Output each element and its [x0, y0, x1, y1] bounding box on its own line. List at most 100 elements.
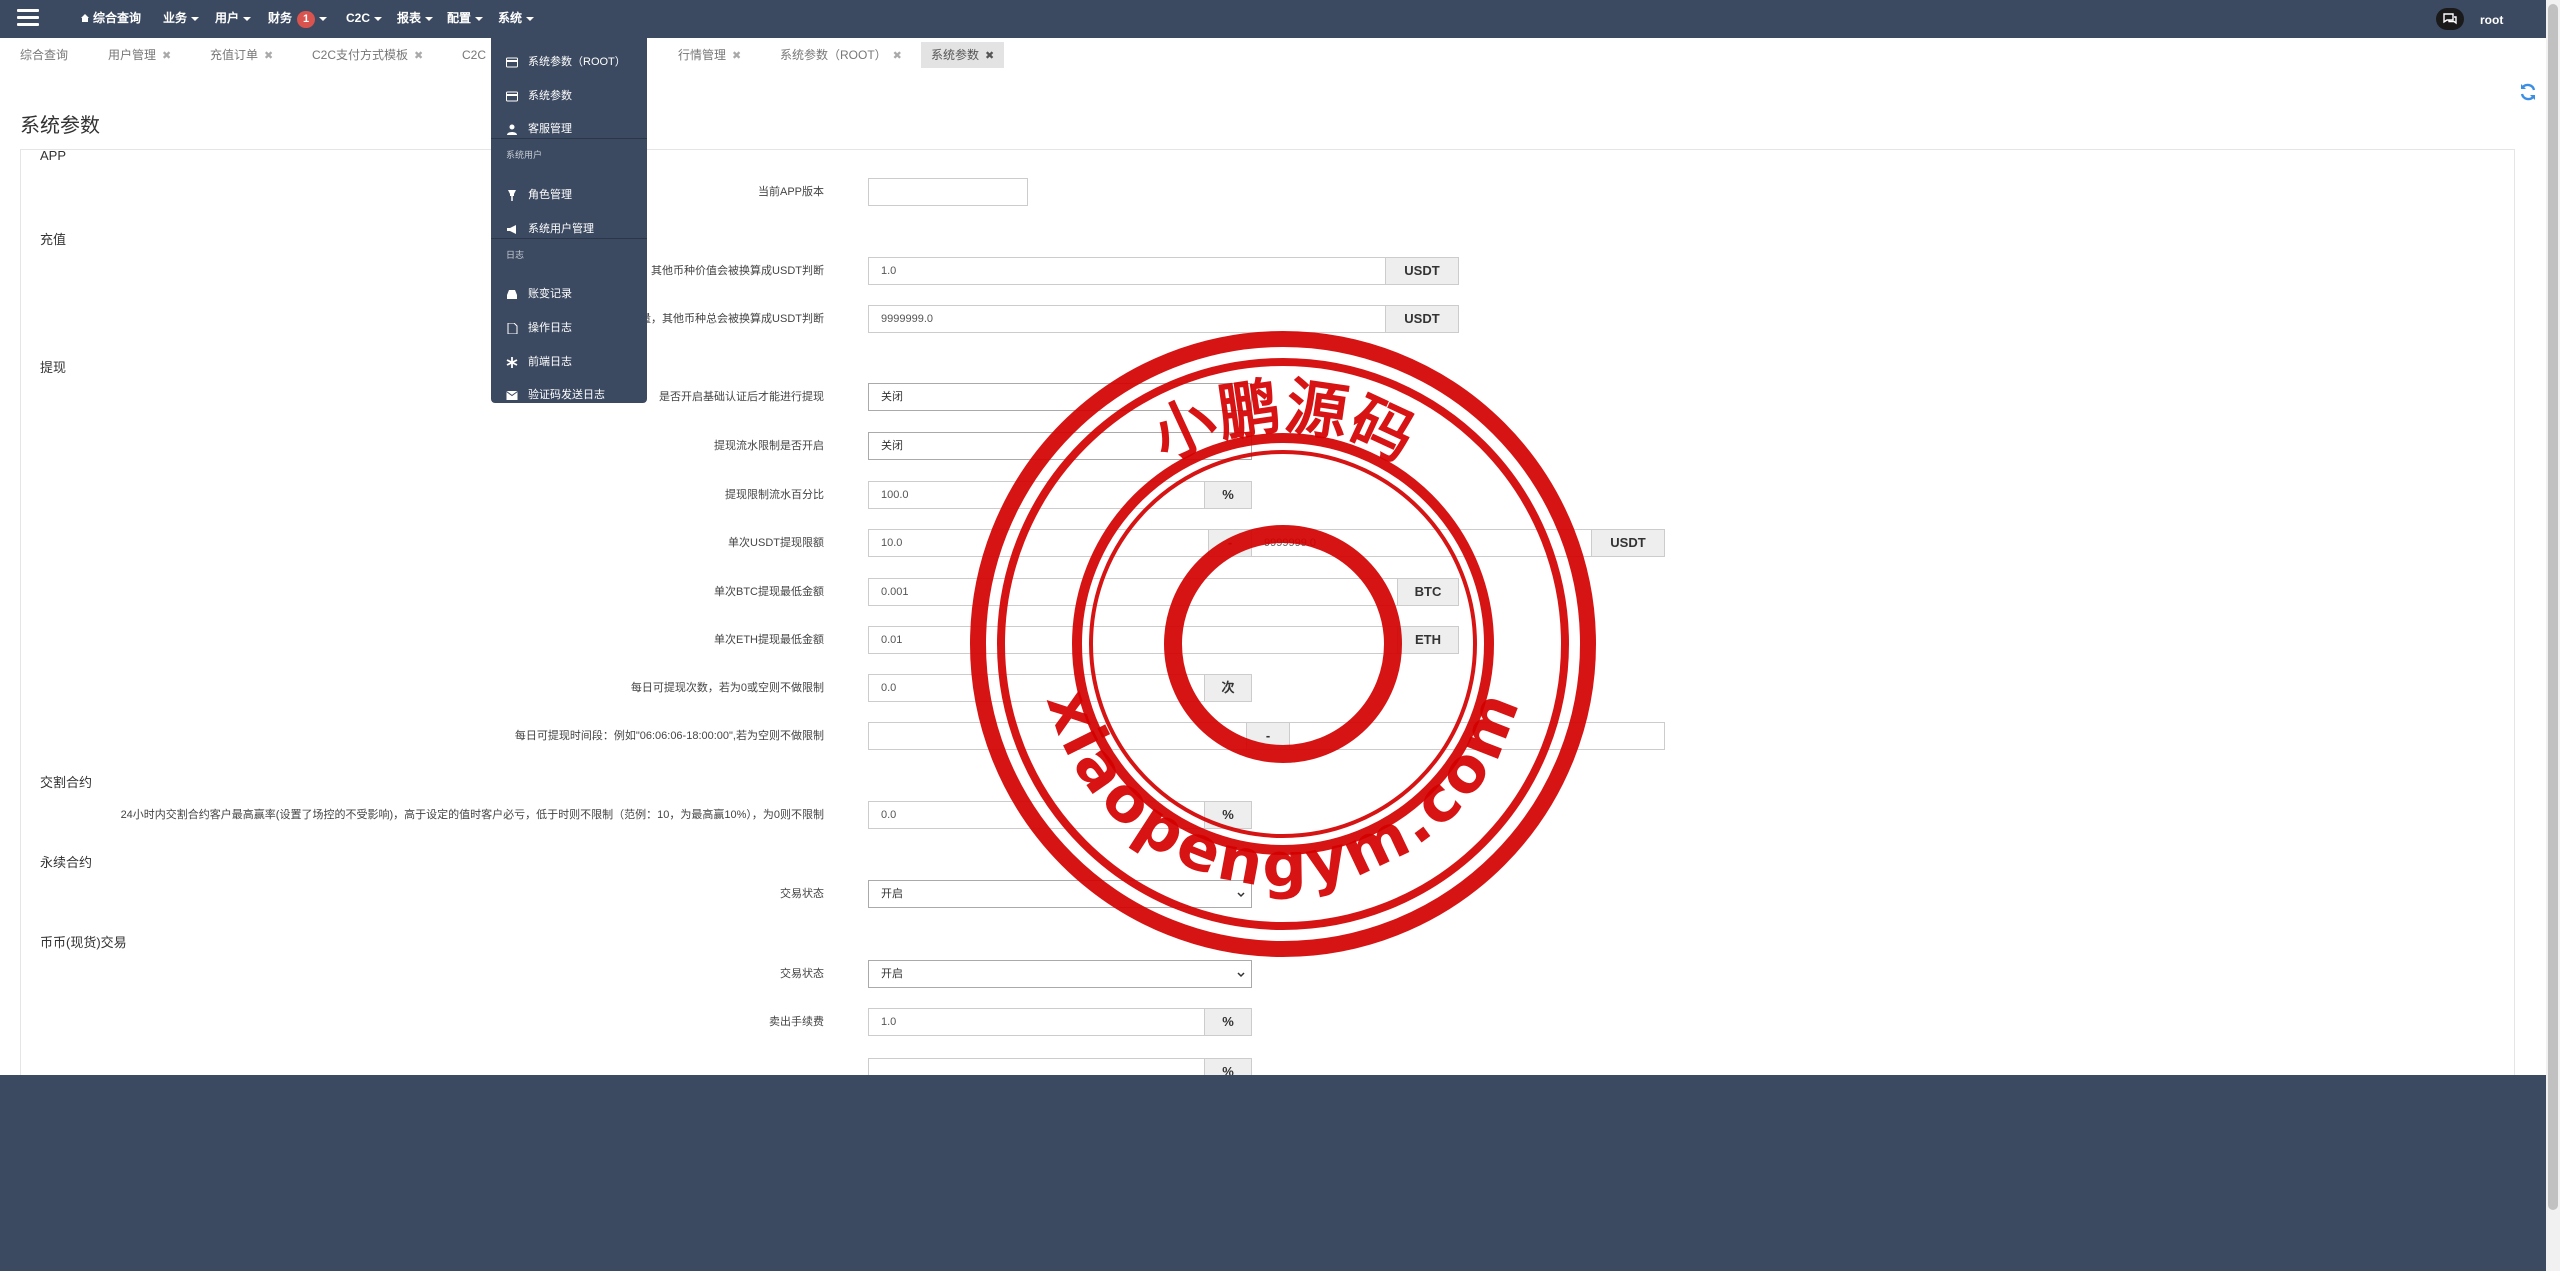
caret-down-icon	[191, 16, 200, 21]
kyc-required-select[interactable]: 关闭	[868, 383, 1252, 411]
main-panel: 综合查询 用户管理 ✖ 充值订单 ✖ C2C支付方式模板 ✖ C2C 行情管理 ✖ 系统…	[0, 38, 2546, 1075]
close-icon[interactable]: ✖	[162, 50, 171, 62]
spot-status-select[interactable]: 开启	[868, 960, 1252, 988]
finance-badge: 1	[297, 11, 316, 28]
recharge-max-label: 数量，其他币种总会被换算成USDT判断	[629, 313, 824, 325]
daily-count-input[interactable]: 0.0	[868, 674, 1205, 702]
menu-divider	[491, 238, 647, 239]
delivery-profit-unit: %	[1204, 801, 1252, 829]
envelope-icon	[506, 391, 518, 400]
tab-label: 用户管理	[108, 48, 157, 62]
tab-label: 行情管理	[678, 48, 727, 62]
tab-system-params[interactable]: 系统参数 ✖	[921, 42, 1005, 68]
spot-next-input[interactable]	[868, 1058, 1205, 1075]
eth-min-input[interactable]: 0.01	[868, 626, 1398, 654]
menu-item-balance-log[interactable]: 账变记录	[491, 281, 647, 307]
spot-sell-fee-input[interactable]: 1.0	[868, 1008, 1205, 1036]
section-recharge: 充值	[40, 232, 67, 247]
daily-time-from-input[interactable]	[868, 722, 1247, 750]
menu-item-frontend-log[interactable]: 前端日志	[491, 349, 647, 375]
tab-c2c[interactable]: C2C	[452, 42, 496, 68]
tab-label: 充值订单	[210, 48, 259, 62]
tab-label: 综合查询	[20, 48, 69, 62]
flow-limit-label: 提现流水限制是否开启	[714, 440, 824, 452]
tab-user-management[interactable]: 用户管理 ✖	[98, 42, 181, 68]
daily-time-to-input[interactable]	[1289, 722, 1665, 750]
page-title: 系统参数	[20, 115, 100, 137]
menu-divider	[491, 138, 647, 139]
tab-recharge-orders[interactable]: 充值订单 ✖	[200, 42, 283, 68]
tab-system-params-root[interactable]: 系统参数（ROOT） ✖	[770, 42, 912, 68]
menu-item-system-params[interactable]: 系统参数	[491, 83, 647, 109]
menu-header-logs: 日志	[506, 250, 525, 260]
delivery-profit-input[interactable]: 0.0	[868, 801, 1205, 829]
chat-button[interactable]	[2436, 8, 2464, 30]
user-menu[interactable]: root	[2480, 13, 2503, 27]
caret-down-icon	[319, 16, 328, 21]
credit-card-icon	[506, 57, 518, 68]
recharge-min-label: 量，其他币种价值会被换算成USDT判断	[629, 265, 824, 277]
tab-label: 系统参数（ROOT）	[780, 48, 887, 62]
nav-users[interactable]: 用户	[215, 10, 252, 26]
flow-limit-select[interactable]: 关闭	[868, 432, 1252, 460]
bullhorn-icon	[507, 225, 516, 234]
menu-item-system-params-root[interactable]: 系统参数（ROOT）	[491, 49, 647, 75]
close-icon[interactable]: ✖	[985, 50, 994, 62]
system-dropdown-menu: 系统参数（ROOT） 系统参数 客服管理 系统用户 角色管理 系统用户管理 日志…	[491, 38, 647, 403]
nav-system[interactable]: 系统	[498, 10, 535, 26]
user-icon	[507, 124, 517, 135]
menu-item-sms-code-log[interactable]: 验证码发送日志	[491, 382, 647, 408]
scrollbar-thumb[interactable]	[2548, 4, 2558, 1210]
caret-down-icon	[374, 16, 383, 21]
usdt-single-max-input[interactable]: 9999999.0	[1251, 529, 1592, 557]
menu-item-label: 前端日志	[528, 356, 572, 368]
select-value: 关闭	[881, 440, 903, 452]
kyc-required-label: 是否开启基础认证后才能进行提现	[659, 391, 824, 403]
close-icon[interactable]: ✖	[893, 50, 902, 62]
section-app: APP	[40, 148, 67, 163]
recharge-max-input[interactable]: 9999999.0	[868, 305, 1386, 333]
close-icon[interactable]: ✖	[732, 50, 741, 62]
nav-config[interactable]: 配置	[447, 10, 484, 26]
daily-count-unit: 次	[1204, 674, 1252, 702]
refresh-icon[interactable]	[2518, 82, 2538, 102]
asterisk-icon	[506, 357, 518, 368]
menu-item-label: 角色管理	[528, 189, 572, 201]
close-icon[interactable]: ✖	[414, 50, 423, 62]
select-value: 开启	[881, 968, 903, 980]
app-version-input[interactable]	[868, 178, 1028, 206]
section-spot-trading: 币币(现货)交易	[40, 935, 127, 950]
tab-market-management[interactable]: 行情管理 ✖	[668, 42, 751, 68]
flow-pct-unit: %	[1204, 481, 1252, 509]
menu-item-role-management[interactable]: 角色管理	[491, 182, 647, 208]
tab-label: C2C支付方式模板	[312, 48, 409, 62]
settings-panel	[20, 149, 2515, 1075]
select-value: 关闭	[881, 391, 903, 403]
tab-c2c-payment-template[interactable]: C2C支付方式模板 ✖	[302, 42, 433, 68]
section-delivery-contract: 交割合约	[40, 775, 93, 790]
chat-icon	[2443, 13, 2457, 25]
nav-finance[interactable]: 财务 1	[268, 10, 328, 28]
recharge-min-input[interactable]: 1.0	[868, 257, 1386, 285]
close-icon[interactable]: ✖	[264, 50, 273, 62]
section-perpetual-contract: 永续合约	[40, 855, 93, 870]
nav-home[interactable]: 综合查询	[81, 10, 141, 26]
btc-min-input[interactable]: 0.001	[868, 578, 1398, 606]
nav-home-label: 综合查询	[93, 11, 142, 25]
menu-item-operation-log[interactable]: 操作日志	[491, 315, 647, 341]
flow-pct-input[interactable]: 100.0	[868, 481, 1205, 509]
nav-c2c[interactable]: C2C	[346, 10, 383, 26]
caret-down-icon	[526, 16, 535, 21]
tab-home[interactable]: 综合查询	[10, 42, 78, 68]
perp-status-select[interactable]: 开启	[868, 880, 1252, 908]
menu-item-label: 账变记录	[528, 288, 572, 300]
btc-min-label: 单次BTC提现最低金额	[714, 586, 824, 598]
inbox-icon	[507, 290, 517, 299]
nav-business[interactable]: 业务	[163, 10, 200, 26]
nav-reports[interactable]: 报表	[397, 10, 434, 26]
select-value: 开启	[881, 888, 903, 900]
hamburger-menu-icon[interactable]	[17, 9, 39, 29]
user-name: root	[2480, 13, 2504, 27]
nav-config-label: 配置	[447, 11, 472, 25]
usdt-single-min-input[interactable]: 10.0	[868, 529, 1209, 557]
